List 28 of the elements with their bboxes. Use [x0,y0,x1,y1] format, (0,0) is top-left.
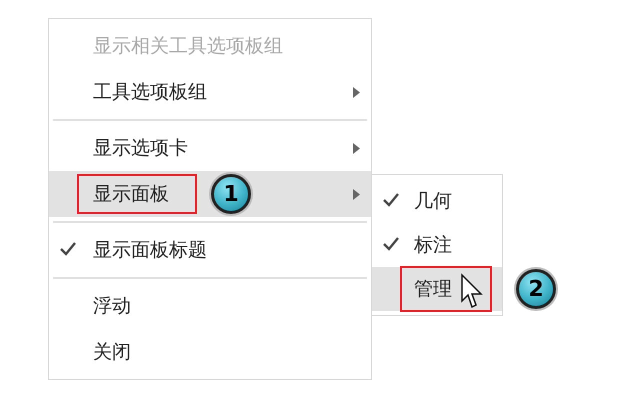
checkmark-icon [383,237,399,251]
cursor-icon [460,273,484,311]
submenu-item-label: 管理 [400,266,492,312]
menu-item-label: 显示选项卡 [92,136,189,161]
menu-item[interactable]: 显示面板标题 [49,227,371,273]
checkmark-icon [60,242,76,256]
menu-item[interactable]: 浮动 [49,283,371,329]
submenu-item[interactable]: 管理 [372,267,502,311]
submenu-item-label: 几何 [413,189,453,214]
submenu-item[interactable]: 几何 [372,179,502,223]
menu-item[interactable]: 显示面板 1 [49,171,371,217]
menu-item[interactable]: 显示选项卡 [49,125,371,171]
checkmark-icon [383,193,399,207]
callout-badge: 2 [516,269,556,309]
callout-badge: 1 [211,174,251,214]
menu-item-label: 工具选项板组 [92,80,208,105]
menu-item-label: 浮动 [92,294,132,319]
submenu-item-label: 标注 [413,233,453,258]
submenu-item[interactable]: 标注 [372,223,502,267]
submenu-arrow-icon [353,87,360,98]
menu-item[interactable]: 关闭 [49,329,371,375]
menu-item-label: 显示面板 [77,174,197,214]
submenu-arrow-icon [353,189,360,200]
menu-item[interactable]: 工具选项板组 [49,69,371,115]
menu-item-label: 关闭 [92,340,132,365]
menu-item-label: 显示相关工具选项板组 [92,34,284,59]
submenu-arrow-icon [353,143,360,154]
menu-item-label: 显示面板标题 [92,238,208,263]
